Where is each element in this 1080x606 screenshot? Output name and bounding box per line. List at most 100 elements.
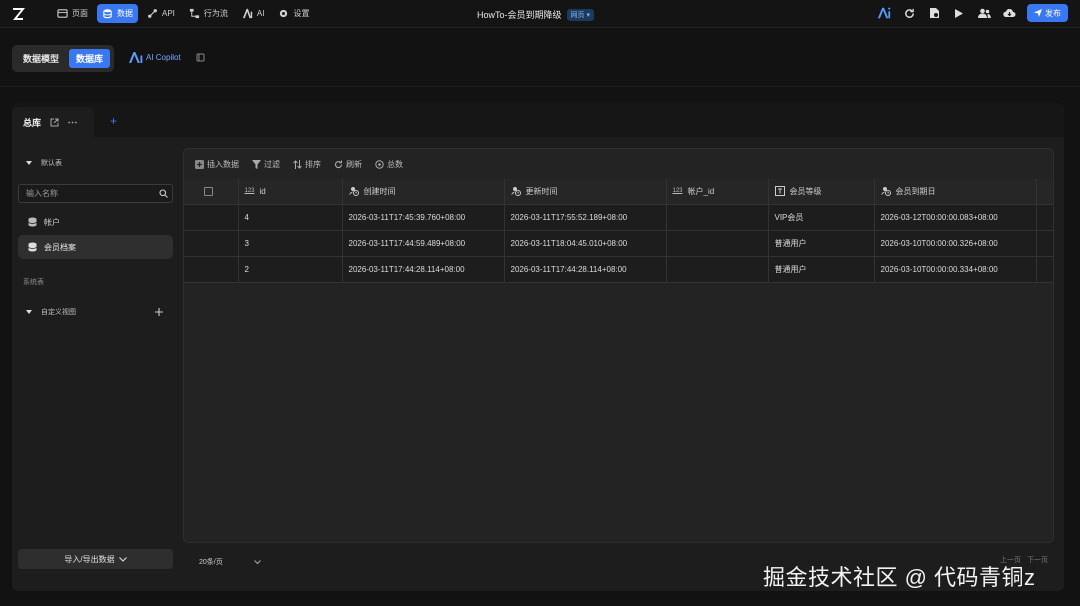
total-button[interactable]: 总数 <box>375 159 403 170</box>
flow-icon <box>189 8 199 19</box>
publish-label: 发布 <box>1045 8 1061 18</box>
tabs-row: 总库 + <box>12 103 1064 137</box>
import-export-button[interactable]: 导入/导出数据 <box>18 549 173 569</box>
cell-updated-at[interactable]: 2026-03-11T18:04:45.010+08:00 <box>504 230 667 257</box>
app-logo-icon[interactable] <box>10 5 28 23</box>
datetime-type-icon <box>511 187 521 197</box>
users-icon[interactable] <box>977 6 991 20</box>
cell-updated-at[interactable]: 2026-03-11T17:55:52.189+08:00 <box>504 204 667 231</box>
datetime-type-icon <box>881 187 891 197</box>
nav-data[interactable]: 数据 <box>97 4 138 23</box>
table-db-icon <box>28 242 37 252</box>
send-icon <box>1034 9 1042 17</box>
nav-page[interactable]: 页面 <box>52 4 93 23</box>
sidebar-item-account[interactable]: 帐户 <box>18 210 173 234</box>
gear-icon <box>280 9 288 18</box>
sidebar-item-member-profile-label: 会员档案 <box>44 242 76 252</box>
import-export-label: 导入/导出数据 <box>64 554 115 564</box>
nav-api[interactable]: API <box>142 4 180 23</box>
filter-icon <box>252 159 261 169</box>
cell-created-at[interactable]: 2026-03-11T17:44:59.489+08:00 <box>342 230 505 257</box>
nav-ai[interactable]: AI <box>237 4 270 23</box>
ai-assistant-icon[interactable] <box>877 6 891 20</box>
cell-member-level[interactable]: VIP会员 <box>768 204 875 231</box>
refresh-icon[interactable] <box>902 6 916 20</box>
cell-id[interactable]: 4 <box>238 204 343 231</box>
group-default-tables[interactable]: 默认表 <box>26 158 62 168</box>
platform-badge[interactable]: 网页 ▾ <box>566 8 594 21</box>
ai-icon <box>242 8 253 19</box>
header-expiry-date[interactable]: 会员到期日 <box>874 179 1037 205</box>
cell-expiry-date[interactable]: 2026-03-10T00:00:00.326+08:00 <box>874 230 1037 257</box>
cell-created-at[interactable]: 2026-03-11T17:44:28.114+08:00 <box>342 256 505 283</box>
number-type-icon: 123 <box>672 188 683 195</box>
seg-data-model[interactable]: 数据模型 <box>16 49 66 68</box>
sidebar-item-member-profile[interactable]: 会员档案 <box>18 235 173 259</box>
cell-account-id[interactable] <box>666 256 769 283</box>
header-created-at[interactable]: 创建时间 <box>342 179 505 205</box>
datetime-type-icon <box>349 187 359 197</box>
external-link-icon[interactable] <box>50 118 59 127</box>
tab-main-db[interactable]: 总库 <box>12 107 94 137</box>
row-select-cell[interactable] <box>184 230 239 257</box>
cell-account-id[interactable] <box>666 230 769 257</box>
row-select-cell[interactable] <box>184 204 239 231</box>
refresh-button[interactable]: 刷新 <box>334 159 362 170</box>
cell-member-level[interactable]: 普通用户 <box>768 230 875 257</box>
play-icon[interactable] <box>952 6 966 20</box>
filter-button[interactable]: 过滤 <box>252 159 280 170</box>
file-settings-icon[interactable] <box>927 6 941 20</box>
cloud-download-icon[interactable] <box>1002 6 1016 20</box>
publish-button[interactable]: 发布 <box>1027 4 1068 22</box>
cell-spacer <box>1036 204 1053 231</box>
ai-copilot-button[interactable]: AI Copilot <box>129 52 181 63</box>
cell-id[interactable]: 2 <box>238 256 343 283</box>
insert-data-button[interactable]: 插入数据 <box>195 159 239 170</box>
table-header-row: 123 id 创建时间 更新时间 123 帐户_id 会员等级 会员到期日 <box>184 179 1053 205</box>
cell-member-level[interactable]: 普通用户 <box>768 256 875 283</box>
sort-icon <box>293 159 302 169</box>
row-select-cell[interactable] <box>184 256 239 283</box>
cell-updated-at[interactable]: 2026-03-11T17:44:28.114+08:00 <box>504 256 667 283</box>
watermark-text: 掘金技术社区 @ 代码青铜z <box>763 565 1036 590</box>
group-custom-label: 自定义视图 <box>41 309 76 316</box>
header-account-id[interactable]: 123 帐户_id <box>666 179 769 205</box>
table-sidebar: 默认表 帐户 会员档案 系统表 自定义视图 导入/导出数据 <box>12 137 183 591</box>
more-icon[interactable] <box>68 121 77 124</box>
cell-expiry-date[interactable]: 2026-03-10T00:00:00.334+08:00 <box>874 256 1037 283</box>
search-icon[interactable] <box>159 189 168 198</box>
cell-id[interactable]: 3 <box>238 230 343 257</box>
nav-ai-label: AI <box>256 9 265 18</box>
nav-data-label: 数据 <box>117 9 133 18</box>
add-tab-button[interactable]: + <box>110 114 117 128</box>
table-row[interactable]: 3 2026-03-11T17:44:59.489+08:00 2026-03-… <box>184 230 1053 257</box>
cell-created-at[interactable]: 2026-03-11T17:45:39.760+08:00 <box>342 204 505 231</box>
table-row[interactable]: 2 2026-03-11T17:44:28.114+08:00 2026-03-… <box>184 256 1053 283</box>
ai-copilot-icon <box>129 52 143 63</box>
select-all-checkbox[interactable] <box>204 186 213 196</box>
header-member-level-label: 会员等级 <box>789 186 822 196</box>
page-icon <box>57 9 68 18</box>
header-expiry-date-label: 会员到期日 <box>895 186 936 196</box>
header-updated-at[interactable]: 更新时间 <box>504 179 667 205</box>
nav-settings[interactable]: 设置 <box>273 4 314 23</box>
header-spacer <box>1036 179 1053 205</box>
group-custom-views[interactable]: 自定义视图 <box>26 307 76 317</box>
header-select-all <box>184 179 239 205</box>
table-search-input[interactable] <box>19 185 149 202</box>
sort-button[interactable]: 排序 <box>293 159 321 170</box>
table-row[interactable]: 4 2026-03-11T17:45:39.760+08:00 2026-03-… <box>184 204 1053 231</box>
cell-account-id[interactable] <box>666 204 769 231</box>
nav-flow[interactable]: 行为流 <box>184 4 233 23</box>
doc-help-icon[interactable] <box>196 53 205 64</box>
header-id[interactable]: 123 id <box>238 179 343 205</box>
add-view-icon[interactable] <box>155 308 163 316</box>
header-member-level[interactable]: 会员等级 <box>768 179 875 205</box>
page-size-select[interactable]: 20条/页 <box>199 557 223 567</box>
header-id-label: id <box>259 186 266 196</box>
sub-bar: 数据模型 数据库 AI Copilot <box>0 29 1080 87</box>
refresh-label: 刷新 <box>346 159 362 169</box>
chevron-down-icon[interactable] <box>254 560 261 565</box>
cell-expiry-date[interactable]: 2026-03-12T00:00:00.083+08:00 <box>874 204 1037 231</box>
seg-database[interactable]: 数据库 <box>69 49 111 68</box>
